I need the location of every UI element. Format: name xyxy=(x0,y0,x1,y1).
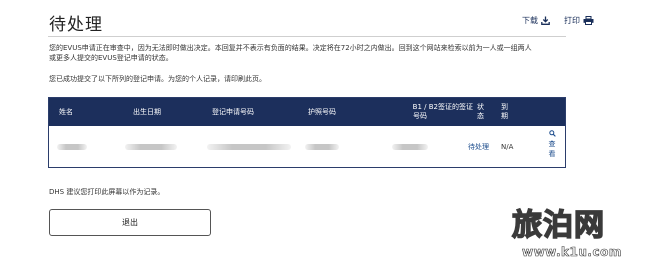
print-label: 打印 xyxy=(564,16,580,25)
visa-number-header-line-1: B1 / B2签证的签证 xyxy=(412,103,473,111)
row-expiry: N/A xyxy=(501,142,514,151)
review-notice: 您的EVUS申请正在审查中，因为无法即时做出决定。本回复并不表示有负面的结果。决… xyxy=(49,43,569,63)
row-name-redacted xyxy=(57,126,87,167)
expiry-header-line-2: 期 xyxy=(501,112,508,120)
toolbar: 下载 打印 xyxy=(522,15,594,26)
printer-icon xyxy=(583,16,594,25)
status-header-line-2: 态 xyxy=(477,112,484,120)
view-link[interactable]: 查 看 xyxy=(546,130,558,159)
dhs-print-note: DHS 建议您打印此屏幕以作为记录。 xyxy=(49,188,165,196)
row-application-number-redacted xyxy=(207,126,291,167)
download-label: 下载 xyxy=(522,16,538,25)
download-button[interactable]: 下载 xyxy=(522,15,550,26)
status-header-line-1: 状 xyxy=(477,103,484,111)
column-header-expiry: 到 期 xyxy=(501,98,508,126)
watermark-url: www.k1u.com xyxy=(522,245,622,260)
column-header-name: 姓名 xyxy=(59,107,73,116)
page-title: 待处理 xyxy=(49,15,103,35)
notice-line-1: 您的EVUS申请正在审查中，因为无法即时做出决定。本回复并不表示有负面的结果。决… xyxy=(49,44,532,52)
row-passport-number-redacted xyxy=(305,126,339,167)
visa-number-header-line-2: 号码 xyxy=(413,112,427,120)
expiry-header-line-1: 到 xyxy=(501,103,508,111)
column-header-visa-number: B1 / B2签证的签证 号码 xyxy=(391,98,473,126)
column-header-application-number: 登记申请号码 xyxy=(212,107,254,116)
row-dob-redacted xyxy=(125,126,177,167)
table-row: 待处理 N/A 查 看 xyxy=(49,126,565,167)
title-divider xyxy=(48,36,566,37)
download-icon xyxy=(541,16,550,25)
view-label-line-2: 看 xyxy=(548,150,556,158)
table-header: 姓名 出生日期 登记申请号码 护照号码 B1 / B2签证的签证 号码 状 态 … xyxy=(49,98,565,126)
column-header-dob: 出生日期 xyxy=(133,107,161,116)
watermark: 旅泊网 www.k1u.com xyxy=(510,200,648,270)
column-header-status: 状 态 xyxy=(477,98,484,126)
submitted-message: 您已成功提交了以下所列的登记申请。为您的个人记录，请印刷此页。 xyxy=(49,75,266,83)
row-visa-number-redacted xyxy=(392,126,428,167)
column-header-passport-number: 护照号码 xyxy=(308,107,336,116)
view-label-line-1: 查 xyxy=(548,140,556,148)
watermark-text: 旅泊网 xyxy=(511,207,605,244)
exit-button[interactable]: 退出 xyxy=(49,209,211,236)
notice-line-2: 或更多人提交的EVUS登记申请的状态。 xyxy=(49,54,173,62)
print-button[interactable]: 打印 xyxy=(564,15,594,26)
row-status[interactable]: 待处理 xyxy=(468,126,489,167)
applications-table: 姓名 出生日期 登记申请号码 护照号码 B1 / B2签证的签证 号码 状 态 … xyxy=(48,97,566,168)
magnifier-icon xyxy=(548,130,556,137)
